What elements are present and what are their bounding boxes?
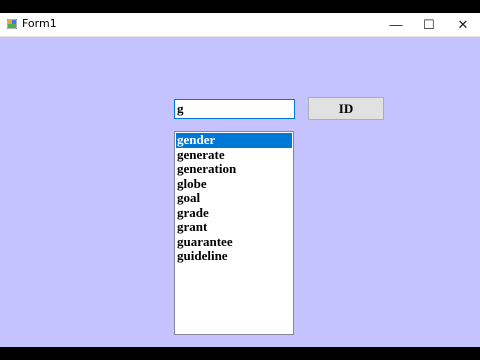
form1-window: Form1 — ☐ ✕ ID gender generate generatio… [0, 13, 480, 347]
minimize-button[interactable]: — [379, 13, 413, 36]
form-client-area: ID gender generate generation globe goal… [0, 37, 480, 347]
list-item[interactable]: grade [176, 205, 292, 221]
minimize-icon: — [389, 17, 403, 32]
list-item[interactable]: generate [176, 147, 292, 163]
close-button[interactable]: ✕ [446, 13, 480, 36]
title-bar[interactable]: Form1 — ☐ ✕ [0, 13, 480, 37]
maximize-button[interactable]: ☐ [412, 13, 446, 36]
close-icon: ✕ [457, 16, 469, 32]
list-item[interactable]: gender [176, 132, 292, 148]
list-item[interactable]: generation [176, 161, 292, 177]
app-icon [7, 19, 17, 29]
list-item[interactable]: globe [176, 176, 292, 192]
suggestion-listbox[interactable]: gender generate generation globe goal gr… [174, 131, 294, 335]
window-title: Form1 [22, 17, 57, 30]
list-item[interactable]: guarantee [176, 234, 292, 250]
list-item[interactable]: grant [176, 219, 292, 235]
list-item[interactable]: goal [176, 190, 292, 206]
list-item[interactable]: guideline [176, 248, 292, 264]
id-button[interactable]: ID [308, 97, 384, 120]
id-button-label: ID [338, 100, 354, 116]
maximize-icon: ☐ [423, 16, 435, 32]
search-input[interactable] [174, 99, 295, 119]
